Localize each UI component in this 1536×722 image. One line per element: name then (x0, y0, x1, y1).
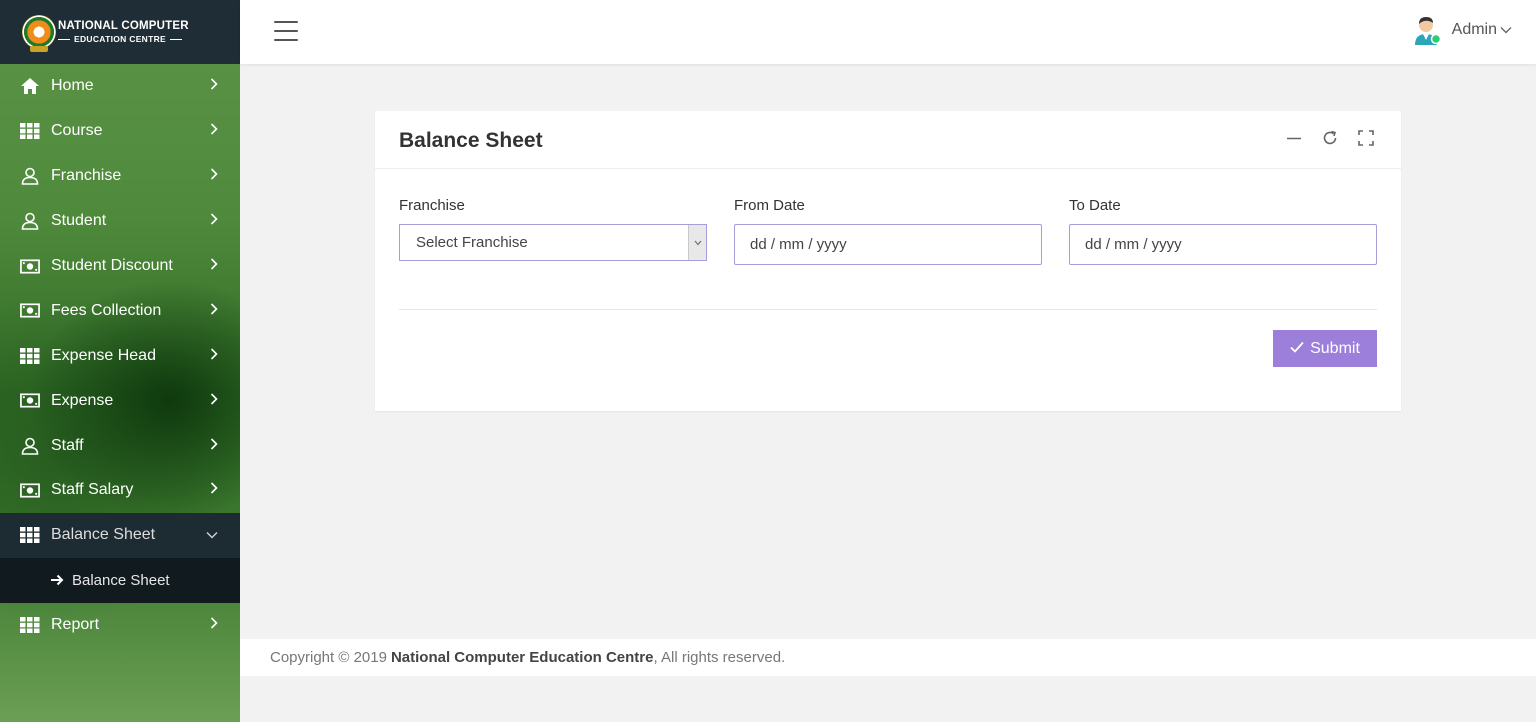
hamburger-menu-icon[interactable] (274, 21, 298, 41)
sidebar-item-label: Balance Sheet (51, 526, 156, 544)
chevron-right-icon (210, 347, 218, 365)
chevron-down-icon (1500, 21, 1512, 39)
sidebar-item-expense-head[interactable]: Expense Head (0, 333, 240, 378)
chevron-right-icon (210, 392, 218, 410)
grid-icon (20, 526, 40, 544)
chevron-right-icon (210, 616, 218, 634)
money-icon (20, 481, 40, 499)
sidebar-item-student-discount[interactable]: Student Discount (0, 244, 240, 289)
sidebar-item-course[interactable]: Course (0, 109, 240, 154)
footer-copyright: Copyright © 2019 (270, 649, 387, 666)
submit-label: Submit (1310, 339, 1360, 357)
chevron-right-icon (210, 122, 218, 140)
grid-icon (20, 122, 40, 140)
sidebar-item-label: Staff Salary (51, 481, 134, 499)
brand-line1: NATIONAL COMPUTER (58, 20, 189, 32)
sidebar-item-label: Staff (51, 436, 84, 454)
sidebar-item-label: Student (51, 212, 107, 230)
sidebar-item-label: Course (51, 122, 103, 140)
submit-button[interactable]: Submit (1273, 330, 1377, 367)
sidebar-item-label: Home (51, 77, 94, 95)
brand-logo[interactable]: NATIONAL COMPUTER EDUCATION CENTRE (0, 0, 240, 64)
chevron-down-icon (206, 526, 218, 544)
submenu-item-balance-sheet[interactable]: Balance Sheet (0, 557, 240, 603)
sidebar: NATIONAL COMPUTER EDUCATION CENTRE Home … (0, 0, 240, 722)
chevron-down-icon (688, 225, 706, 260)
chevron-right-icon (210, 77, 218, 95)
footer: Copyright © 2019 National Computer Educa… (240, 639, 1536, 676)
home-icon (20, 77, 40, 95)
sidebar-item-staff-salary[interactable]: Staff Salary (0, 468, 240, 513)
sidebar-item-label: Fees Collection (51, 301, 162, 319)
footer-rights: , All rights reserved. (653, 649, 786, 666)
brand-line2: EDUCATION CENTRE (74, 34, 167, 44)
balance-sheet-card: Balance Sheet Franchise Select Franchise… (375, 111, 1401, 411)
submenu-item-label: Balance Sheet (72, 571, 170, 589)
franchise-field: Franchise Select Franchise (399, 197, 707, 261)
sidebar-item-home[interactable]: Home (0, 64, 240, 109)
sidebar-item-label: Student Discount (51, 257, 173, 274)
user-icon (20, 437, 40, 455)
topbar: Admin (240, 0, 1536, 64)
sidebar-item-student[interactable]: Student (0, 199, 240, 244)
chevron-right-icon (210, 167, 218, 185)
footer-org: National Computer Education Centre (390, 649, 654, 666)
card-tools (1285, 129, 1375, 147)
sidebar-item-label: Report (51, 616, 100, 634)
avatar (1412, 14, 1442, 46)
sidebar-menu: Home Course Franchise Student Student Di… (0, 64, 240, 648)
sidebar-item-staff[interactable]: Staff (0, 423, 240, 468)
sidebar-item-label: Franchise (51, 167, 122, 185)
minimize-icon[interactable] (1285, 129, 1303, 147)
sidebar-item-label: Expense Head (51, 346, 156, 364)
franchise-label: Franchise (399, 197, 465, 214)
franchise-select[interactable]: Select Franchise (399, 224, 707, 261)
franchise-select-value: Select Franchise (416, 234, 528, 251)
sidebar-item-label: Expense (51, 391, 114, 409)
logo-emblem-icon (22, 15, 56, 52)
user-icon (20, 212, 40, 230)
to-date-label: To Date (1069, 197, 1121, 214)
card-header: Balance Sheet (375, 111, 1401, 169)
user-icon (20, 167, 40, 186)
grid-icon (20, 616, 40, 634)
chevron-right-icon (210, 302, 218, 320)
sidebar-item-expense[interactable]: Expense (0, 378, 240, 423)
user-name: Admin (1451, 21, 1497, 38)
brand-text: NATIONAL COMPUTER EDUCATION CENTRE (58, 20, 189, 44)
from-date-input[interactable]: dd / mm / yyyy (734, 224, 1042, 265)
sidebar-item-balance-sheet[interactable]: Balance Sheet (0, 512, 240, 558)
chevron-right-icon (210, 437, 218, 455)
sidebar-item-franchise[interactable]: Franchise (0, 154, 240, 199)
check-icon (1290, 340, 1304, 358)
to-date-field: To Date dd / mm / yyyy (1069, 197, 1377, 265)
money-icon (20, 257, 40, 275)
from-date-label: From Date (734, 197, 805, 214)
from-date-field: From Date dd / mm / yyyy (734, 197, 1042, 265)
chevron-right-icon (210, 481, 218, 499)
to-date-input[interactable]: dd / mm / yyyy (1069, 224, 1377, 265)
card-title: Balance Sheet (399, 129, 543, 152)
arrow-right-icon (50, 574, 64, 586)
user-menu[interactable]: Admin (1412, 14, 1512, 46)
fullscreen-icon[interactable] (1357, 129, 1375, 147)
refresh-icon[interactable] (1321, 129, 1339, 147)
money-icon (20, 302, 40, 320)
chevron-right-icon (210, 257, 218, 275)
form-divider (399, 309, 1377, 310)
chevron-right-icon (210, 212, 218, 230)
sidebar-item-report[interactable]: Report (0, 603, 240, 648)
sidebar-item-fees-collection[interactable]: Fees Collection (0, 288, 240, 333)
brand-line2-row: EDUCATION CENTRE (58, 34, 189, 44)
grid-icon (20, 347, 40, 365)
money-icon (20, 392, 40, 410)
